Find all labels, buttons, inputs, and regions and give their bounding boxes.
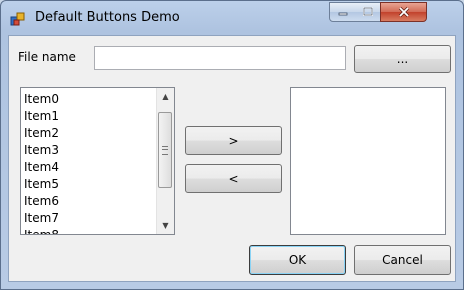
vertical-scrollbar[interactable]: ▲ ▼ (156, 88, 174, 234)
source-listbox[interactable]: Item0 Item1 Item2 Item3 Item4 Item5 Item… (20, 87, 175, 235)
list-item[interactable]: Item0 (24, 91, 59, 108)
move-right-button[interactable]: > (185, 126, 282, 155)
dialog-window: Default Buttons Demo File name ... Item0 (0, 0, 464, 290)
list-item[interactable]: Item1 (24, 108, 59, 125)
window-title: Default Buttons Demo (35, 10, 180, 25)
list-item[interactable]: Item5 (24, 176, 59, 193)
file-name-input[interactable] (94, 46, 346, 70)
list-item[interactable]: Item3 (24, 142, 59, 159)
browse-button[interactable]: ... (354, 45, 451, 73)
list-item[interactable]: Item4 (24, 159, 59, 176)
maximize-button[interactable] (355, 2, 381, 22)
minimize-button[interactable] (329, 2, 356, 22)
ok-button[interactable]: OK (249, 245, 346, 275)
list-item[interactable]: Item7 (24, 210, 59, 227)
list-item[interactable]: Item8 (24, 227, 59, 234)
close-button[interactable] (380, 2, 427, 22)
scroll-down-arrow-icon[interactable]: ▼ (157, 217, 174, 234)
title-bar[interactable]: Default Buttons Demo (1, 1, 463, 35)
file-name-label: File name (18, 50, 76, 64)
scroll-up-arrow-icon[interactable]: ▲ (157, 88, 174, 105)
move-left-button[interactable]: < (185, 164, 282, 193)
destination-listbox[interactable] (290, 87, 446, 235)
maximize-icon (362, 7, 373, 16)
source-list-items: Item0 Item1 Item2 Item3 Item4 Item5 Item… (24, 91, 59, 234)
app-icon (10, 12, 25, 26)
cancel-button[interactable]: Cancel (354, 245, 451, 275)
list-item[interactable]: Item2 (24, 125, 59, 142)
scroll-thumb[interactable] (158, 112, 172, 188)
dialog-client-area: File name ... Item0 Item1 Item2 Item3 It… (8, 35, 456, 282)
close-icon (398, 6, 409, 18)
minimize-icon (338, 12, 347, 16)
scroll-grip-icon (162, 145, 168, 155)
list-item[interactable]: Item6 (24, 193, 59, 210)
